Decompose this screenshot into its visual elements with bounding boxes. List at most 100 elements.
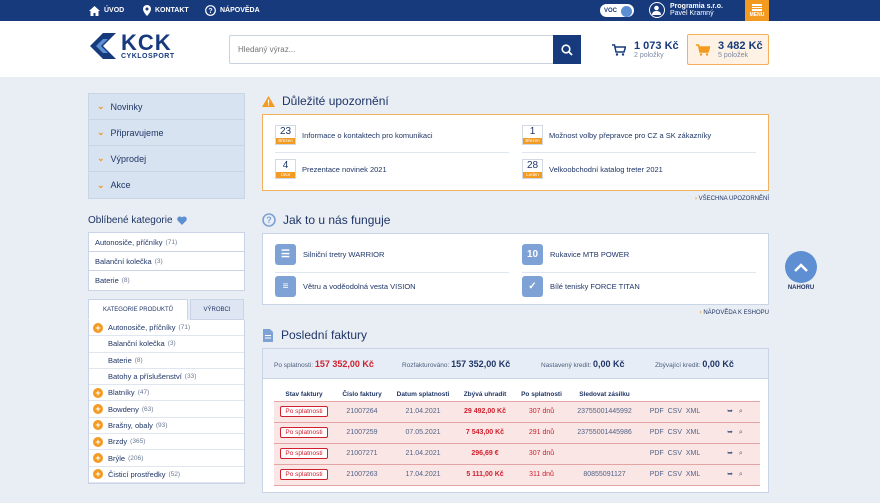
- favorite-item[interactable]: Autonosiče, příčníky (71): [89, 233, 244, 252]
- howto-item[interactable]: ≡ Větru a voděodolná vesta VISION: [275, 276, 416, 297]
- category-item[interactable]: + Autonosiče, příčníky (71): [89, 320, 244, 337]
- category-item[interactable]: + Brašny, obaly (93): [89, 418, 244, 435]
- overdue-days: 311 dnů: [514, 463, 569, 486]
- csv-link[interactable]: CSV: [668, 429, 682, 436]
- tracking-number[interactable]: 80855091127: [569, 463, 640, 486]
- voc-label: VOC: [604, 7, 618, 14]
- summary-remaining: Zbývající kredit: 0,00 Kč: [655, 359, 734, 369]
- plus-icon[interactable]: +: [93, 436, 103, 447]
- plus-icon[interactable]: +: [93, 453, 103, 464]
- plus-icon[interactable]: +: [93, 322, 103, 333]
- tracking-number[interactable]: [569, 442, 640, 465]
- table-row[interactable]: Po splatnosti 21007264 21.04.2021 29 492…: [274, 400, 760, 423]
- favorite-item[interactable]: Baterie (8): [89, 271, 244, 290]
- search-button[interactable]: [553, 35, 581, 64]
- xml-link[interactable]: XML: [686, 450, 700, 457]
- send-icon[interactable]: ➥: [727, 408, 733, 415]
- notice-item[interactable]: 28 Leden Velkoobchodní katalog treter 202…: [522, 159, 663, 179]
- xml-link[interactable]: XML: [686, 408, 700, 415]
- category-count: (93): [155, 421, 168, 429]
- invoice-number[interactable]: 21007271: [334, 442, 390, 465]
- tracking-number[interactable]: 23755001445992: [569, 400, 640, 423]
- howto-box: ☰ Silniční tretry WARRIOR 10 Rukavice MT…: [262, 233, 769, 305]
- invoice-number[interactable]: 21007264: [334, 400, 390, 423]
- category-item[interactable]: + Brýle (206): [89, 450, 244, 467]
- howto-item[interactable]: 10 Rukavice MTB POWER: [522, 244, 629, 265]
- summary-label: Zbývající kredit:: [655, 362, 701, 369]
- favorite-item[interactable]: Balanční kolečka (3): [89, 252, 244, 271]
- notice-item[interactable]: 1 Březen Možnost volby přepravce pro CZ a…: [522, 125, 711, 145]
- notice-item[interactable]: 23 Březen Informace o kontaktech pro komu…: [275, 125, 432, 145]
- tracking-number[interactable]: 23755001445986: [569, 421, 640, 444]
- date-month: Březen: [523, 138, 542, 144]
- sidebar-item-akce[interactable]: ⌄ Akce: [89, 172, 244, 198]
- favorite-count: (3): [154, 257, 163, 265]
- status-badge: Po splatnosti: [280, 406, 328, 417]
- send-icon[interactable]: ➥: [727, 471, 733, 478]
- cart-small[interactable]: 1 073 Kč 2 položky: [612, 35, 679, 64]
- category-item[interactable]: + Čisticí prostředky (52): [89, 467, 244, 483]
- category-item[interactable]: Baterie (8): [89, 353, 244, 369]
- search-input[interactable]: [229, 35, 554, 64]
- howto-item[interactable]: ☰ Silniční tretry WARRIOR: [275, 244, 384, 265]
- table-row[interactable]: Po splatnosti 21007271 21.04.2021 296,69…: [274, 442, 760, 465]
- plus-icon[interactable]: +: [93, 404, 103, 415]
- remaining-amount: 7 543,00 Kč: [456, 421, 514, 444]
- category-item[interactable]: + Brzdy (365): [89, 434, 244, 451]
- sidebar-item-vyprodej[interactable]: ⌄ Výprodej: [89, 146, 244, 172]
- search-icon[interactable]: ⌕: [739, 429, 743, 436]
- csv-link[interactable]: CSV: [668, 471, 682, 478]
- howto-item[interactable]: ✓ Bílé tenisky FORCE TITAN: [522, 276, 640, 297]
- date-month: Březen: [276, 138, 295, 144]
- export-links: PDF CSV XML: [640, 463, 710, 486]
- number-10-icon: 10: [522, 244, 543, 265]
- xml-link[interactable]: XML: [686, 471, 700, 478]
- notice-text: Možnost volby přepravce pro CZ a SK záka…: [549, 130, 712, 140]
- send-icon[interactable]: ➥: [727, 429, 733, 436]
- back-to-top-button[interactable]: NAHORU: [785, 251, 817, 291]
- notice-item[interactable]: 4 Únor Prezentace novinek 2021: [275, 159, 387, 179]
- table-row[interactable]: Po splatnosti 21007263 17.04.2021 5 111,…: [274, 463, 760, 486]
- table-row[interactable]: Po splatnosti 21007259 07.05.2021 7 543,…: [274, 421, 760, 444]
- pdf-link[interactable]: PDF: [650, 450, 664, 457]
- pdf-link[interactable]: PDF: [650, 471, 664, 478]
- contact-link[interactable]: KONTAKT: [143, 0, 189, 21]
- sidebar-item-pripravujeme[interactable]: ⌄ Připravujeme: [89, 120, 244, 146]
- logo[interactable]: KCK CYKLOSPORT: [88, 31, 175, 61]
- xml-link[interactable]: XML: [686, 429, 700, 436]
- csv-link[interactable]: CSV: [668, 408, 682, 415]
- tab-products[interactable]: KATEGORIE PRODUKTŮ: [88, 299, 188, 320]
- plus-icon[interactable]: +: [93, 420, 103, 431]
- help-eshop-link[interactable]: › NÁPOVĚDA K ESHOPU: [262, 310, 769, 316]
- csv-link[interactable]: CSV: [668, 450, 682, 457]
- logo-subtext: CYKLOSPORT: [121, 52, 175, 60]
- category-item[interactable]: + Blatníky (47): [89, 385, 244, 402]
- pdf-link[interactable]: PDF: [650, 408, 664, 415]
- category-item[interactable]: Balanční kolečka (3): [89, 336, 244, 353]
- howto-text: Větru a voděodolná vesta VISION: [303, 282, 416, 291]
- all-notices-link[interactable]: › VŠECHNA UPOZORNĚNÍ: [262, 196, 769, 202]
- invoices-box: Po splatnosti: 157 352,00 Kč Rozfakturov…: [262, 348, 769, 493]
- plus-icon[interactable]: +: [93, 387, 103, 398]
- plus-icon[interactable]: +: [93, 469, 103, 480]
- category-item[interactable]: Batohy a příslušenství (33): [89, 369, 244, 386]
- home-link[interactable]: ÚVOD: [89, 0, 124, 21]
- tab-makers[interactable]: VÝROBCI: [190, 299, 244, 320]
- help-link[interactable]: ? NÁPOVĚDA: [205, 0, 260, 21]
- howto-text: Silniční tretry WARRIOR: [303, 250, 385, 259]
- cart-main[interactable]: 3 482 Kč 5 položek: [687, 34, 769, 65]
- summary-credit: Nastavený kredit: 0,00 Kč: [541, 359, 625, 369]
- export-links: PDF CSV XML: [640, 421, 710, 444]
- search-icon[interactable]: ⌕: [739, 450, 743, 457]
- search-icon[interactable]: ⌕: [739, 471, 743, 478]
- sidebar-item-novinky[interactable]: ⌄ Novinky: [89, 94, 244, 120]
- user-account[interactable]: Programia s.r.o. Pavel Kramný: [649, 2, 723, 18]
- voc-toggle[interactable]: VOC: [600, 4, 634, 17]
- category-item[interactable]: + Bowdeny (63): [89, 401, 244, 418]
- menu-button[interactable]: MENU: [745, 0, 769, 21]
- search-icon[interactable]: ⌕: [739, 408, 743, 415]
- invoice-number[interactable]: 21007259: [334, 421, 390, 444]
- send-icon[interactable]: ➥: [727, 450, 733, 457]
- pdf-link[interactable]: PDF: [650, 429, 664, 436]
- invoice-number[interactable]: 21007263: [334, 463, 390, 486]
